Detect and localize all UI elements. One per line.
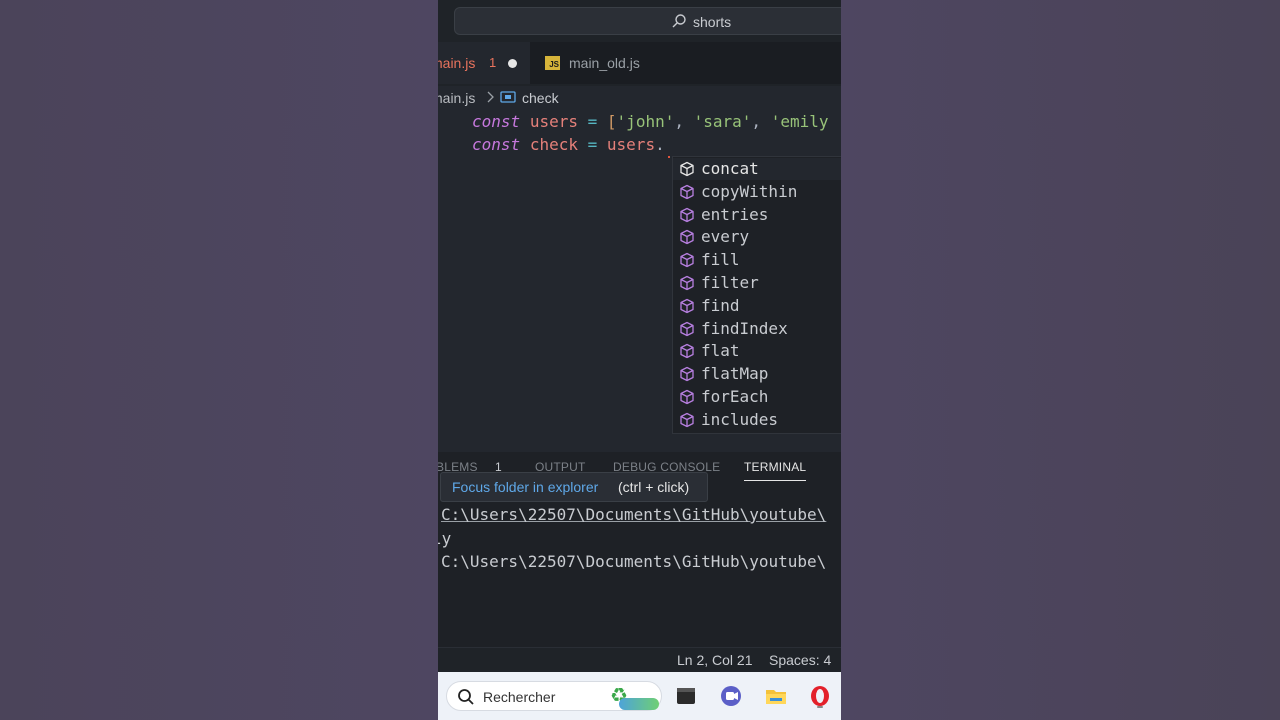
active-tab-indicator [744, 480, 806, 481]
suggestion-label: forEach [701, 387, 769, 406]
focus-folder-link[interactable]: Focus folder in explorer [452, 479, 598, 495]
method-cube-icon [680, 321, 694, 336]
suggestion-item[interactable]: entries [673, 204, 841, 226]
suggestion-item[interactable]: fill [673, 249, 841, 271]
comma: , [674, 112, 684, 131]
editor-tabs: main.js 1 JS main_old.js [438, 42, 841, 84]
operator: = [587, 112, 598, 131]
suggestion-item[interactable]: includes [673, 409, 841, 431]
cursor-position[interactable]: Ln 2, Col 21 [677, 652, 753, 668]
keyword: const [472, 112, 521, 131]
method-cube-icon [680, 344, 694, 359]
teams-app-icon[interactable] [719, 684, 743, 708]
keyword: const [472, 135, 521, 154]
method-cube-icon [680, 253, 694, 268]
tab-main-old-js[interactable]: JS main_old.js [530, 42, 680, 84]
suggestion-item[interactable]: findIndex [673, 318, 841, 340]
terminal-path-link[interactable]: C:\Users\22507\Documents\GitHub\youtube\ [441, 505, 826, 524]
variable-symbol-icon [500, 91, 516, 103]
suggestion-label: every [701, 227, 750, 247]
method-cube-icon [680, 161, 694, 177]
suggestion-item[interactable]: copyWithin [673, 181, 841, 203]
tooltip-hint: (ctrl + click) [618, 479, 690, 495]
method-cube-icon [680, 412, 694, 427]
suggestion-label: fill [701, 250, 740, 270]
taskbar-search-label: Rechercher [483, 689, 556, 705]
operator: = [587, 135, 598, 154]
method-cube-icon [680, 207, 694, 222]
command-center-search[interactable]: shorts [454, 7, 841, 35]
tab-main-js[interactable]: main.js 1 [438, 42, 530, 84]
string: 'john' [616, 112, 675, 131]
suggestion-item[interactable]: concat [673, 158, 841, 180]
bracket: [ [606, 112, 617, 131]
hover-tooltip: Focus folder in explorer (ctrl + click) [440, 472, 708, 502]
status-bar: Ln 2, Col 21 Spaces: 4 [438, 647, 841, 672]
suggestion-label: includes [701, 409, 779, 429]
windows-taskbar: Rechercher ♻ [438, 672, 841, 720]
code-line-1: const users = ['john', 'sara', 'emily [472, 111, 829, 133]
method-cube-icon [680, 298, 694, 313]
suggestion-label: filter [701, 273, 759, 292]
title-bar: shorts [438, 0, 841, 42]
search-icon [458, 689, 474, 705]
variable: users [529, 112, 578, 131]
search-icon [672, 14, 686, 28]
chevron-right-icon [487, 91, 494, 103]
suggestion-item[interactable]: every [673, 226, 841, 248]
suggestion-item[interactable]: flat [673, 340, 841, 362]
desktop-background-right [841, 0, 1280, 720]
suggestion-label: findIndex [701, 318, 788, 338]
suggestion-label: find [701, 295, 740, 315]
breadcrumb-symbol[interactable]: check [522, 90, 559, 106]
object-reference: users [606, 135, 656, 154]
tab-label: main.js [438, 55, 476, 71]
method-cube-icon [680, 275, 694, 291]
bottom-panel: BLEMS 1 OUTPUT DEBUG CONSOLE TERMINAL Fo… [438, 452, 841, 647]
suggestion-label: copyWithin [701, 181, 798, 201]
dot-accessor: . [655, 135, 665, 154]
terminal-app-icon[interactable] [674, 684, 698, 708]
opera-browser-icon[interactable] [808, 684, 832, 708]
breadcrumb: main.js check [438, 86, 841, 108]
indentation-setting[interactable]: Spaces: 4 [769, 652, 831, 668]
terminal-prompt: C:\Users\22507\Documents\GitHub\youtube\ [441, 552, 827, 571]
string: 'emily [770, 112, 829, 131]
comma: , [751, 112, 762, 131]
vscode-window: shorts main.js 1 JS main_old.js main.js … [438, 0, 841, 720]
string: 'sara' [693, 112, 752, 131]
code-line-2: const check = users. [472, 134, 665, 156]
suggestion-item[interactable]: forEach [673, 386, 841, 408]
tab-terminal[interactable]: TERMINAL [744, 460, 806, 474]
file-explorer-icon[interactable] [764, 684, 788, 708]
js-file-icon: JS [545, 56, 560, 70]
suggestion-label: flat [701, 341, 740, 361]
problem-count: 1 [489, 55, 497, 70]
terminal-output: ly [438, 529, 452, 548]
taskbar-search[interactable]: Rechercher ♻ [446, 681, 662, 711]
suggestion-label: entries [701, 204, 769, 224]
suggestion-item[interactable]: filter [673, 272, 841, 294]
suggestion-widget[interactable]: concat copyWithin entries every fill filter fi… [672, 156, 841, 434]
variable: check [529, 135, 578, 154]
method-cube-icon [680, 184, 694, 199]
command-center-label: shorts [693, 14, 732, 30]
suggestion-label: flatMap [701, 364, 769, 384]
suggestion-label: concat [701, 159, 759, 178]
tab-label: main_old.js [569, 55, 640, 71]
wave-decoration-icon [619, 698, 659, 710]
unsaved-dot-icon[interactable] [508, 59, 517, 68]
method-cube-icon [680, 230, 694, 245]
desktop-background-left [0, 0, 438, 720]
method-cube-icon [680, 367, 694, 382]
suggestion-item[interactable]: flatMap [673, 363, 841, 385]
breadcrumb-file[interactable]: main.js [438, 90, 475, 106]
suggestion-item[interactable]: find [673, 295, 841, 317]
method-cube-icon [680, 389, 694, 405]
